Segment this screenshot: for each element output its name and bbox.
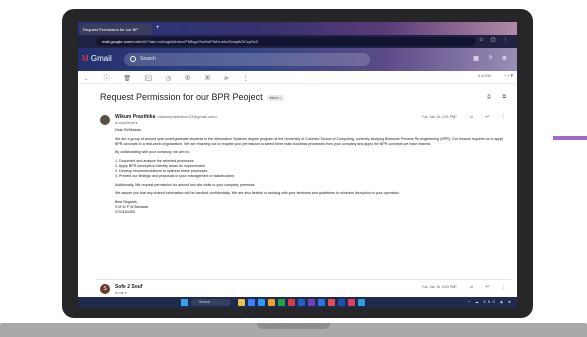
- message-body: Dear Sir/Madam, We are a group of second…: [115, 128, 505, 215]
- taskbar-search[interactable]: Search: [191, 299, 231, 306]
- taskbar-app-icon[interactable]: [338, 299, 345, 306]
- tray-language: ENG: [483, 300, 498, 304]
- browser-menu-icons[interactable]: ☆ ▢ ⋮: [479, 37, 511, 43]
- laptop-notch: [257, 323, 330, 329]
- gmail-logo-icon: M: [82, 54, 89, 63]
- body-paragraph: We are a group of second year undergradu…: [115, 136, 504, 146]
- browser-tab-bar: Request Permission for our BP +: [78, 22, 517, 35]
- reply-action-icons[interactable]: ☆ ☺ ↩ ⋮: [453, 284, 511, 290]
- gmail-logo[interactable]: M Gmail: [82, 54, 112, 63]
- pager-count: 6 of 934: [478, 74, 491, 78]
- windows-taskbar: Search ^ ☁ ENG ◉ ⊕: [78, 297, 517, 308]
- gmail-header: M Gmail Search ▦ ? ⚙: [78, 48, 517, 71]
- address-bar[interactable]: mail.google.com/mail/u/0/?tab=rm&ogbl#in…: [96, 37, 476, 46]
- thread-divider: [96, 279, 511, 280]
- message-toolbar: ← ⓘ 🗑 ✉ ◷ ⊕ ▣ ⊳ ⋮ 6 of 934 ‹ › ▾: [78, 71, 517, 84]
- url-path: /mail/u/0/?tab=rm&ogbl#inbox/FMfcgzGwHwF…: [131, 39, 259, 44]
- body-intro: By collaborating with your company, we a…: [115, 150, 190, 155]
- taskbar-app-icon[interactable]: [308, 299, 315, 306]
- subject-text: Request Permission for our BPR Peoject: [100, 92, 263, 102]
- taskbar-app-icon[interactable]: [288, 299, 295, 306]
- sender-line: Wikum Prasthika <wikumprasthika123@gmail…: [115, 114, 218, 120]
- header-icons[interactable]: ▦ ? ⚙: [473, 55, 511, 62]
- sender-avatar: [100, 115, 110, 125]
- taskbar-app-icon[interactable]: [328, 299, 335, 306]
- goal-item: 4. Present our findings and proposals to…: [115, 174, 235, 179]
- reply-recipient[interactable]: to me ▾: [115, 291, 126, 295]
- taskbar-app-icon[interactable]: [298, 299, 305, 306]
- message-date: Tue, Jan 16, 4:51 PM: [421, 115, 455, 119]
- print-and-popout-icons[interactable]: ⎙ ⧉: [487, 94, 511, 100]
- laptop-screen: Request Permission for our BP + mail.goo…: [78, 22, 517, 308]
- sender-name: Wikum Prasthika: [115, 114, 156, 120]
- message-action-icons[interactable]: ☆ ☺ ↩ ⋮: [453, 114, 511, 120]
- pager-arrows-icon[interactable]: ‹ › ▾: [504, 73, 513, 79]
- taskbar-app-icon[interactable]: [248, 299, 255, 306]
- email-subject: Request Permission for our BPR Peoject In…: [100, 92, 285, 102]
- taskbar-apps: [238, 299, 365, 306]
- toolbar-action-icons[interactable]: ← ⓘ 🗑 ✉ ◷ ⊕ ▣ ⊳ ⋮: [84, 73, 255, 82]
- new-tab-icon[interactable]: +: [156, 25, 160, 31]
- taskbar-app-icon[interactable]: [258, 299, 265, 306]
- recipient-line[interactable]: to sivaf2souf ▾: [115, 121, 137, 125]
- taskbar-app-icon[interactable]: [278, 299, 285, 306]
- purple-accent-bar: [553, 136, 587, 140]
- sender-email: <wikumprasthika123@gmail.com>: [156, 114, 218, 119]
- taskbar-app-icon[interactable]: [268, 299, 275, 306]
- search-icon[interactable]: [130, 56, 136, 62]
- taskbar-app-icon[interactable]: [348, 299, 355, 306]
- body-site-visits: Additionally, We request permission for …: [115, 182, 256, 187]
- gmail-logo-text: Gmail: [90, 54, 112, 63]
- taskbar-app-icon[interactable]: [318, 299, 325, 306]
- browser-tab[interactable]: Request Permission for our BP: [80, 24, 152, 35]
- photo-stage: Request Permission for our BP + mail.goo…: [0, 0, 587, 337]
- windows-start-icon[interactable]: [181, 299, 188, 306]
- reply-avatar: S: [100, 284, 110, 294]
- reply-date: Tue, Jan 16, 6:53 PM: [421, 285, 455, 289]
- taskbar-app-icon[interactable]: [358, 299, 365, 306]
- inbox-label-chip[interactable]: Inbox ×: [266, 94, 285, 101]
- address-row: mail.google.com/mail/u/0/?tab=rm&ogbl#in…: [78, 35, 517, 48]
- search-input[interactable]: Search: [124, 53, 370, 66]
- system-tray[interactable]: ^ ☁ ENG ◉ ⊕: [468, 300, 513, 304]
- signature-line: 0701184455: [115, 210, 135, 215]
- reply-sender-name: Sofe 2 Souf: [115, 284, 143, 290]
- taskbar-app-icon[interactable]: [238, 299, 245, 306]
- body-confidentiality: We assure you that any shared informatio…: [115, 191, 400, 196]
- body-greeting: Dear Sir/Madam,: [115, 128, 143, 132]
- url-domain: mail.google.com: [102, 39, 132, 44]
